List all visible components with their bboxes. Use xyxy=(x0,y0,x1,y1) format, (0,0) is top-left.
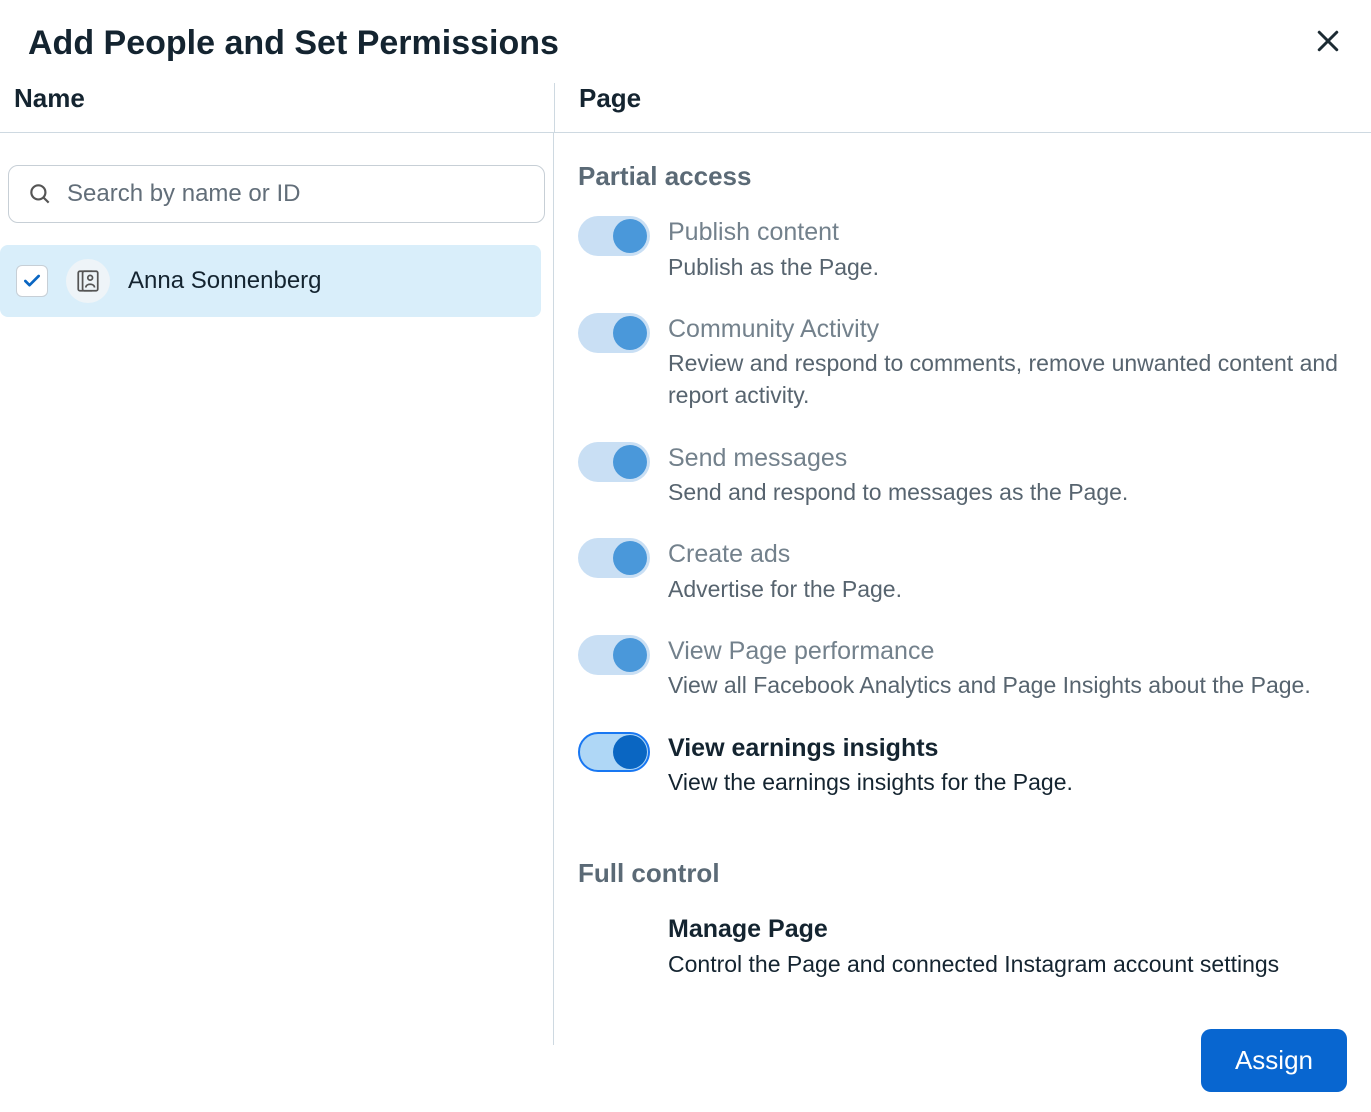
permission-row: View Page performance View all Facebook … xyxy=(578,635,1353,702)
name-column-header: Name xyxy=(0,83,554,132)
permission-title: View Page performance xyxy=(668,635,1353,668)
toggle-send-messages[interactable] xyxy=(578,442,650,482)
permission-description: Review and respond to comments, remove u… xyxy=(668,347,1353,411)
toggle-view-page-performance[interactable] xyxy=(578,635,650,675)
permissions-panel: Partial access Publish content Publish a… xyxy=(554,133,1371,1045)
permission-description: Advertise for the Page. xyxy=(668,573,1353,605)
person-avatar-icon xyxy=(66,259,110,303)
permission-title: Send messages xyxy=(668,442,1353,475)
section-title-full: Full control xyxy=(578,858,1353,889)
page-column-header: Page xyxy=(554,83,1371,132)
search-box[interactable] xyxy=(8,165,545,223)
permission-description: View the earnings insights for the Page. xyxy=(668,766,1353,798)
person-row[interactable]: Anna Sonnenberg xyxy=(0,245,541,317)
search-input[interactable] xyxy=(67,180,526,208)
permission-title: Create ads xyxy=(668,538,1353,571)
people-panel: Anna Sonnenberg xyxy=(0,133,554,1045)
column-headers: Name Page xyxy=(0,83,1371,133)
person-checkbox[interactable] xyxy=(16,265,48,297)
permission-title: Manage Page xyxy=(668,913,1353,946)
permission-row: Create ads Advertise for the Page. xyxy=(578,538,1353,605)
permission-title: Publish content xyxy=(668,216,1353,249)
assign-button[interactable]: Assign xyxy=(1201,1029,1347,1092)
toggle-view-earnings-insights[interactable] xyxy=(578,732,650,772)
permission-description: Publish as the Page. xyxy=(668,251,1353,283)
permission-row: Manage Page Control the Page and connect… xyxy=(578,913,1353,980)
permission-row: Send messages Send and respond to messag… xyxy=(578,442,1353,509)
permission-title: Community Activity xyxy=(668,313,1353,346)
dialog-body: Anna Sonnenberg Partial access Publish c… xyxy=(0,133,1371,1045)
permission-title: View earnings insights xyxy=(668,732,1353,765)
toggle-create-ads[interactable] xyxy=(578,538,650,578)
permission-description: Control the Page and connected Instagram… xyxy=(668,948,1353,980)
toggle-publish-content[interactable] xyxy=(578,216,650,256)
permission-row: Community Activity Review and respond to… xyxy=(578,313,1353,412)
permission-row: View earnings insights View the earnings… xyxy=(578,732,1353,799)
section-title-partial: Partial access xyxy=(578,161,1353,192)
toggle-community-activity[interactable] xyxy=(578,313,650,353)
dialog-header: Add People and Set Permissions xyxy=(0,0,1371,83)
dialog-title: Add People and Set Permissions xyxy=(28,24,559,63)
close-icon[interactable] xyxy=(1313,26,1343,61)
person-name: Anna Sonnenberg xyxy=(128,267,322,295)
permission-description: Send and respond to messages as the Page… xyxy=(668,476,1353,508)
dialog-footer: Assign xyxy=(1177,1009,1371,1112)
permission-row: Publish content Publish as the Page. xyxy=(578,216,1353,283)
search-icon xyxy=(27,181,53,207)
permission-description: View all Facebook Analytics and Page Ins… xyxy=(668,669,1353,701)
